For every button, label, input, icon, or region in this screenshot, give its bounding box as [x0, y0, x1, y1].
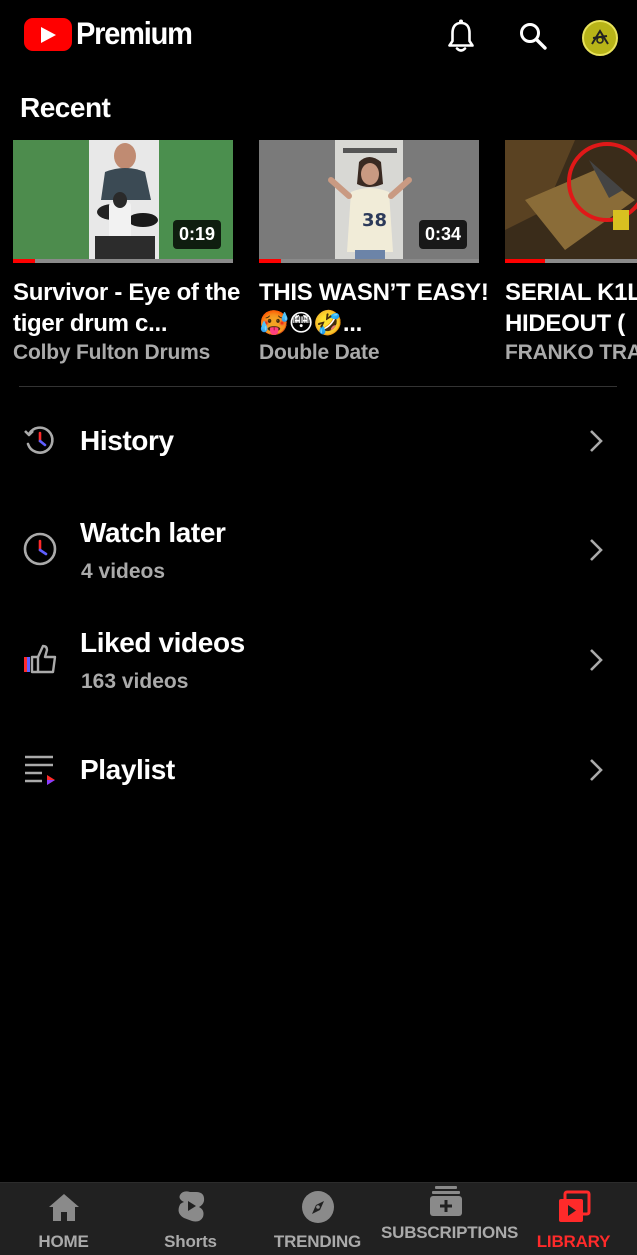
- thumbs-up-icon: [22, 641, 58, 677]
- nav-item-trending[interactable]: TRENDING: [254, 1183, 381, 1255]
- watch-progress-bar: [505, 259, 545, 263]
- logo-text: Premium: [76, 16, 193, 52]
- hideout-thumbnail-image: [505, 140, 637, 263]
- watch-progress-track: [13, 259, 233, 263]
- chevron-right-icon: [590, 759, 603, 781]
- video-title[interactable]: THIS WASN’T EASY! 🥵😳🤣...: [259, 277, 489, 339]
- video-duration: 0:34: [418, 220, 467, 249]
- nav-label: HOME: [38, 1232, 89, 1251]
- video-title[interactable]: SERIAL K1LLER HIDEOUT (: [505, 277, 637, 339]
- video-channel: FRANKO TRA: [505, 341, 637, 364]
- library-item-watch-later[interactable]: Watch later 4 videos: [0, 500, 637, 600]
- svg-text:38: 38: [362, 210, 387, 231]
- home-icon: [46, 1189, 82, 1225]
- video-thumbnail[interactable]: [505, 140, 637, 263]
- nav-label: LIBRARY: [536, 1232, 611, 1251]
- chevron-right-icon: [590, 430, 603, 452]
- bottom-navigation-bar: HOME Shorts TRENDING SUBSCRIPTIONS LIBRA…: [0, 1182, 637, 1255]
- video-thumbnail[interactable]: 38 0:34: [259, 140, 479, 263]
- history-icon: [22, 422, 58, 458]
- watch-progress-bar: [13, 259, 35, 263]
- library-item-playlist[interactable]: Playlist: [0, 730, 637, 810]
- nav-label: TRENDING: [273, 1232, 362, 1251]
- video-channel: Colby Fulton Drums: [13, 341, 211, 364]
- recent-videos-carousel[interactable]: 0:19 Survivor - Eye of the tiger drum c.…: [13, 140, 637, 380]
- nav-item-shorts[interactable]: Shorts: [127, 1183, 254, 1255]
- chevron-right-icon: [590, 649, 603, 671]
- video-thumbnail[interactable]: 0:19: [13, 140, 233, 263]
- nav-label: SUBSCRIPTIONS: [381, 1223, 519, 1242]
- nav-label: Shorts: [164, 1232, 217, 1251]
- video-channel: Double Date: [259, 341, 380, 364]
- youtube-premium-logo[interactable]: Premium: [24, 16, 193, 52]
- search-icon[interactable]: [515, 18, 551, 54]
- top-app-bar: Premium: [0, 0, 637, 74]
- library-item-count: 163 videos: [81, 670, 189, 693]
- recent-video-card[interactable]: 0:19 Survivor - Eye of the tiger drum c.…: [13, 140, 240, 365]
- avatar-emblem-icon: [591, 29, 609, 45]
- recent-video-card[interactable]: 38 0:34 THIS WASN’T EASY! 🥵😳🤣... Double …: [259, 140, 489, 365]
- library-item-label: Watch later: [80, 517, 226, 548]
- nav-item-library[interactable]: LIBRARY: [510, 1183, 637, 1255]
- library-item-label: Playlist: [80, 754, 175, 785]
- library-item-count: 4 videos: [81, 560, 166, 583]
- chevron-right-icon: [590, 539, 603, 561]
- watch-progress-track: [259, 259, 479, 263]
- library-item-history[interactable]: History: [0, 400, 637, 484]
- library-icon: [556, 1189, 592, 1225]
- trending-icon: [300, 1189, 336, 1225]
- library-item-label: History: [80, 425, 174, 456]
- notifications-icon[interactable]: [443, 18, 479, 54]
- recent-section-title: Recent: [20, 92, 111, 123]
- account-avatar[interactable]: [582, 20, 618, 56]
- video-duration: 0:19: [172, 220, 221, 249]
- nav-item-subscriptions[interactable]: SUBSCRIPTIONS: [381, 1183, 519, 1255]
- clock-icon: [22, 531, 58, 567]
- nav-item-home[interactable]: HOME: [0, 1183, 127, 1255]
- recent-video-card[interactable]: SERIAL K1LLER HIDEOUT ( FRANKO TRA: [505, 140, 637, 365]
- playlist-icon: [22, 750, 58, 786]
- library-item-liked-videos[interactable]: Liked videos 163 videos: [0, 610, 637, 710]
- subscriptions-icon: [428, 1183, 464, 1219]
- watch-progress-bar: [259, 259, 281, 263]
- library-item-label: Liked videos: [80, 627, 245, 658]
- section-divider: [19, 386, 617, 387]
- youtube-play-logo-icon: [24, 18, 72, 51]
- shorts-icon: [173, 1189, 209, 1225]
- video-title[interactable]: Survivor - Eye of the tiger drum c...: [13, 277, 243, 339]
